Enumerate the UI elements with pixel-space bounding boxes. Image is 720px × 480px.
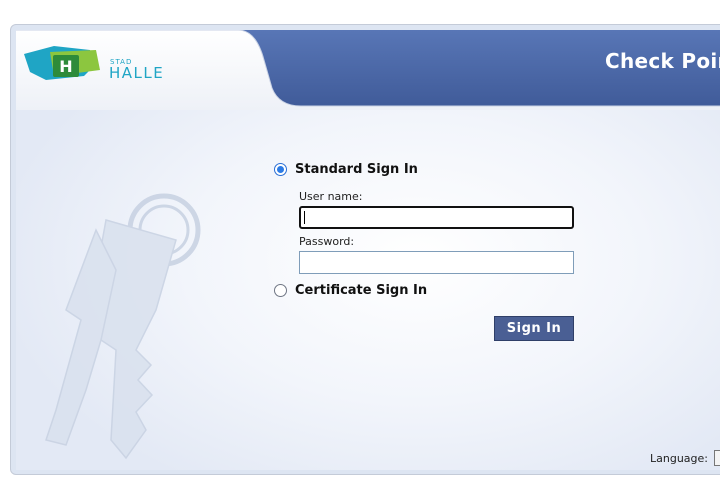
portal-frame: H STAD HALLE Check Point Standard Sign I… xyxy=(10,24,720,475)
key-icon xyxy=(45,193,201,460)
standard-sign-in-option[interactable]: Standard Sign In xyxy=(274,162,418,177)
language-selector: Language: xyxy=(650,450,720,466)
username-field[interactable] xyxy=(299,206,574,229)
radio-unchecked-icon[interactable] xyxy=(274,284,287,297)
logo-graphic: H STAD HALLE xyxy=(24,46,164,82)
standard-sign-in-label[interactable]: Standard Sign In xyxy=(295,162,418,177)
text-caret xyxy=(304,211,305,224)
certificate-sign-in-label[interactable]: Certificate Sign In xyxy=(295,283,427,298)
sign-in-button[interactable]: Sign In xyxy=(494,316,574,341)
password-label: Password: xyxy=(299,235,355,248)
language-label: Language: xyxy=(650,451,708,465)
logo-big-text: HALLE xyxy=(109,64,164,82)
radio-checked-icon[interactable] xyxy=(274,163,287,176)
language-dropdown[interactable] xyxy=(714,450,720,466)
certificate-sign-in-option[interactable]: Certificate Sign In xyxy=(274,283,427,298)
password-field[interactable] xyxy=(299,251,574,274)
logo-letter: H xyxy=(59,57,72,76)
portal-body: H STAD HALLE Check Point Standard Sign I… xyxy=(16,30,720,470)
username-label: User name: xyxy=(299,190,363,203)
stad-halle-logo: H STAD HALLE xyxy=(24,40,204,90)
page-title: Check Point xyxy=(605,49,720,73)
